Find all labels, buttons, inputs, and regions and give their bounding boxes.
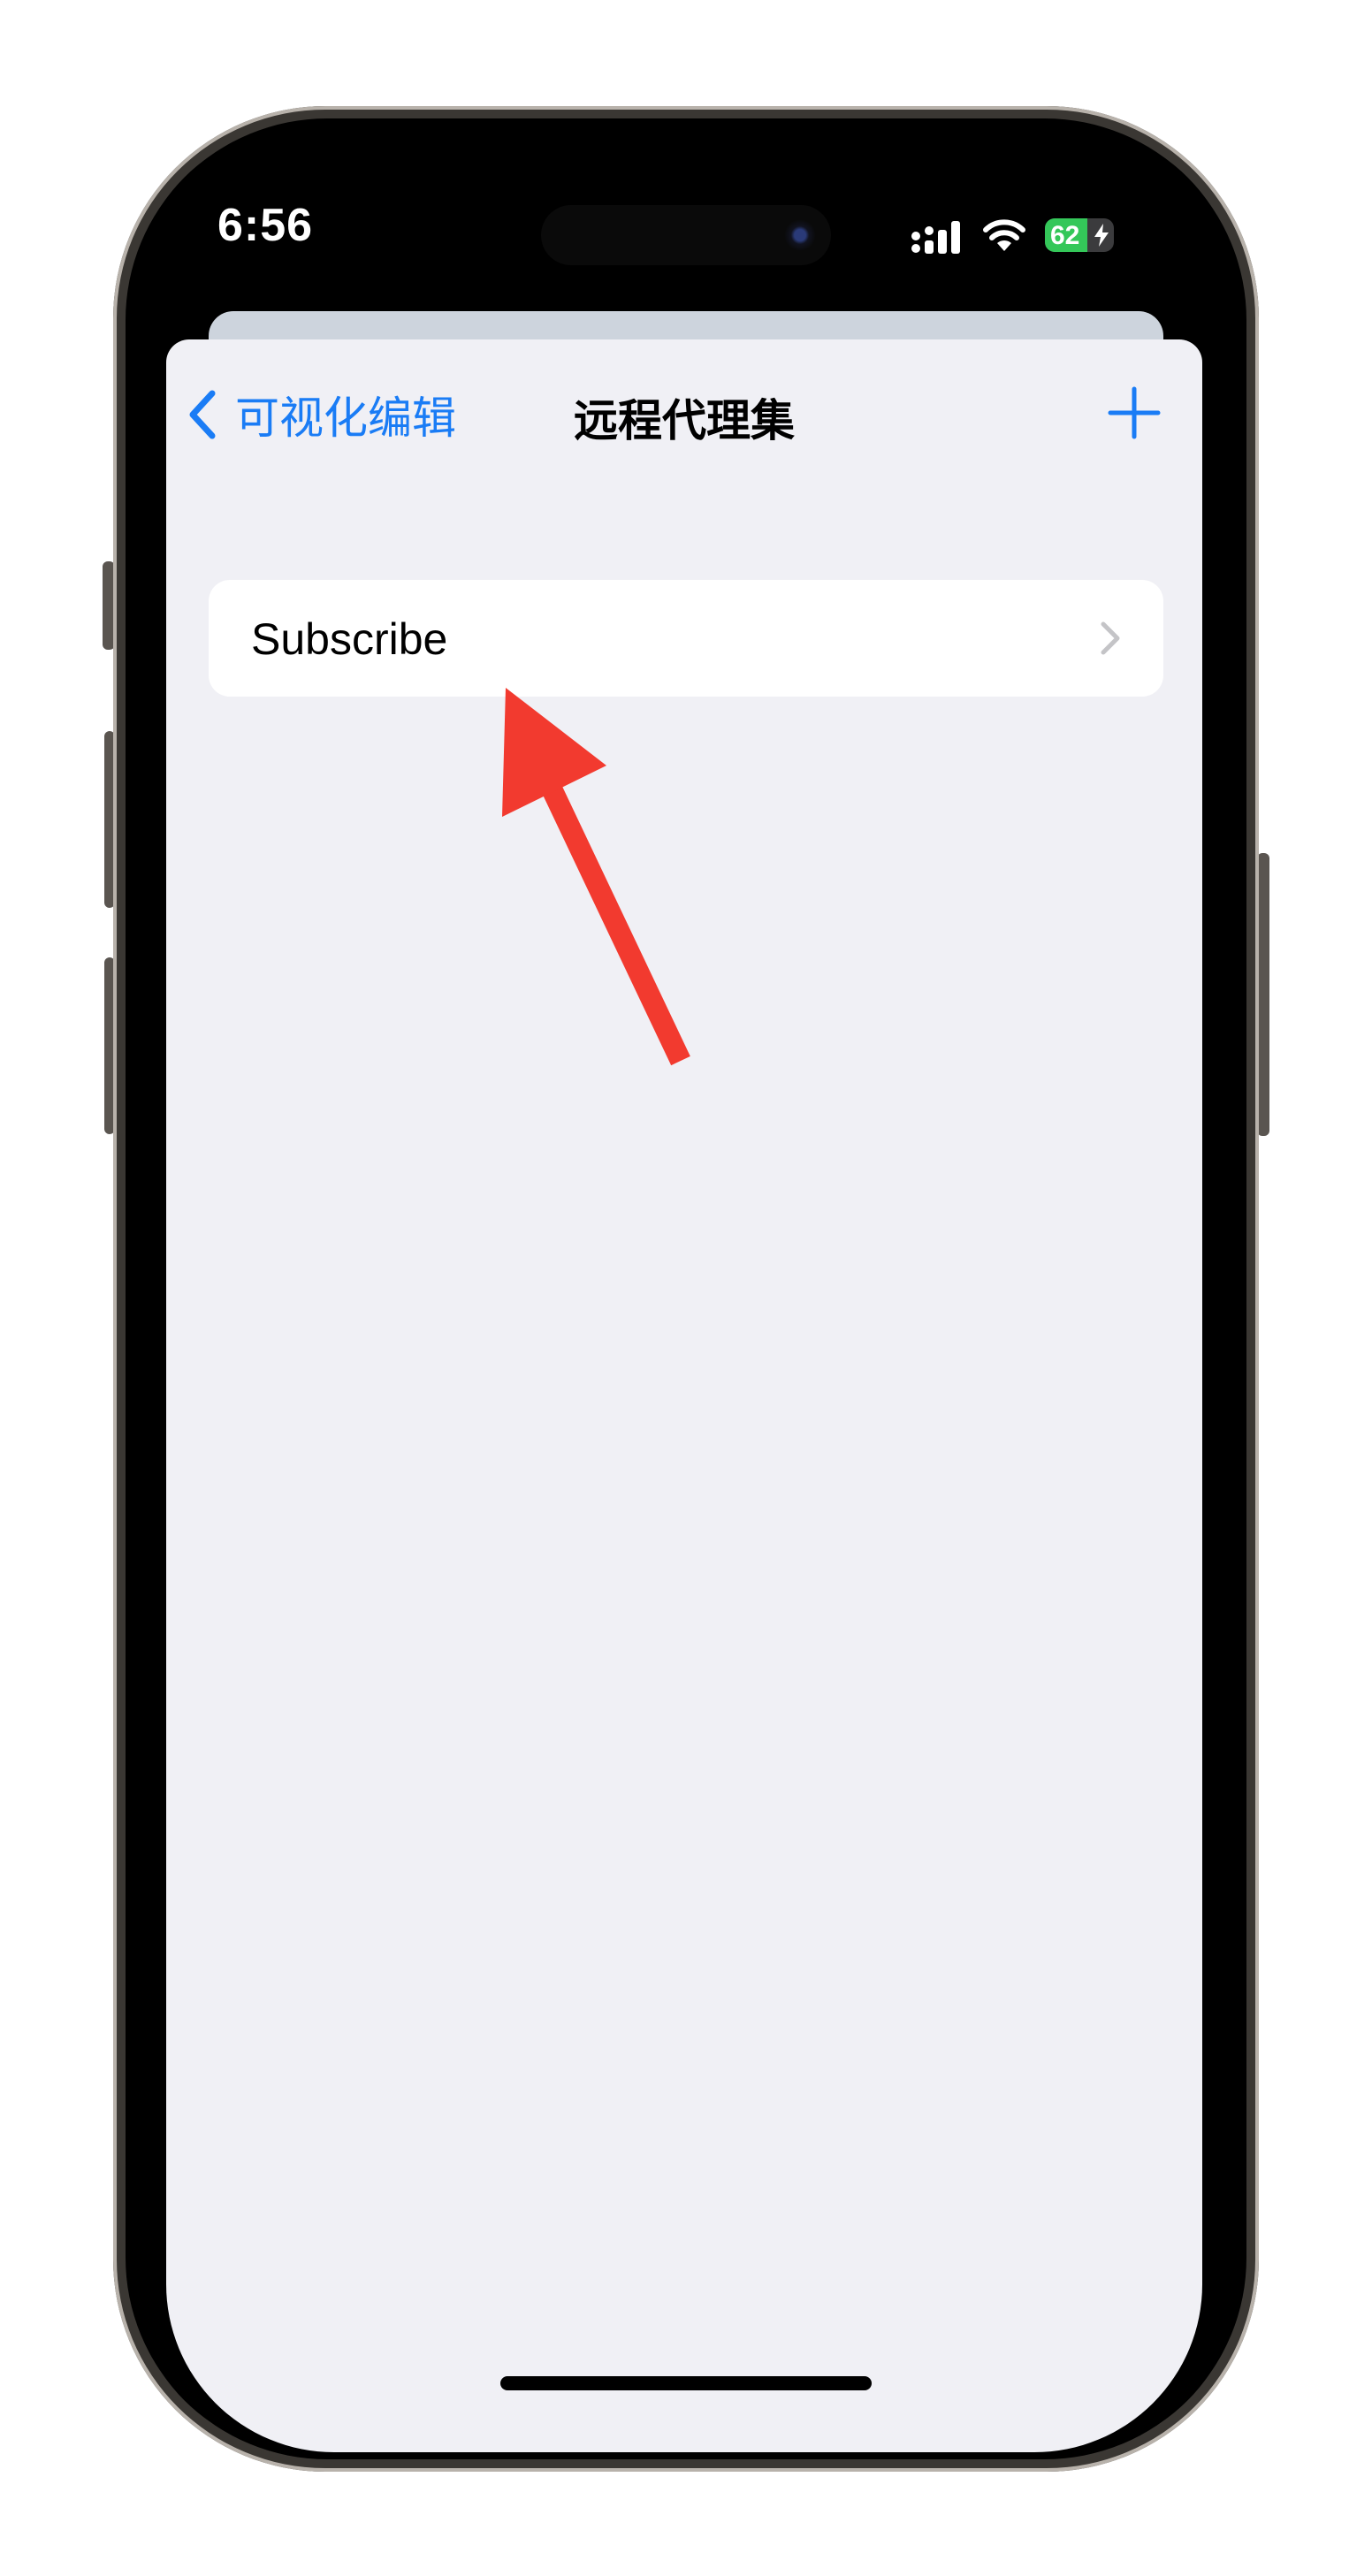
battery-percent: 62 bbox=[1050, 221, 1080, 250]
back-button-label: 可视化编辑 bbox=[235, 393, 456, 443]
chevron-right-icon bbox=[1101, 621, 1120, 655]
bolt-icon bbox=[1094, 224, 1109, 247]
front-camera bbox=[784, 219, 816, 251]
status-time: 6:56 bbox=[217, 200, 314, 251]
back-button[interactable]: 可视化编辑 bbox=[187, 384, 456, 446]
page-title: 远程代理集 bbox=[574, 396, 795, 446]
annotation-arrow-icon bbox=[502, 688, 690, 1066]
signal-icon bbox=[911, 221, 960, 254]
remote-proxy-sheet: 可视化编辑 远程代理集 Subscribe bbox=[166, 339, 1202, 2452]
battery-charging-icon: 62 bbox=[1045, 218, 1114, 252]
power-button bbox=[1257, 853, 1269, 1136]
device-mockup: 6:56 62 可视化编辑 远程代理集 Subscribe bbox=[0, 0, 1372, 2576]
list-item-label: Subscribe bbox=[251, 614, 448, 664]
chevron-left-icon bbox=[189, 390, 216, 439]
plus-icon[interactable] bbox=[1105, 384, 1163, 442]
wifi-icon bbox=[983, 219, 1025, 251]
home-indicator bbox=[500, 2376, 872, 2390]
